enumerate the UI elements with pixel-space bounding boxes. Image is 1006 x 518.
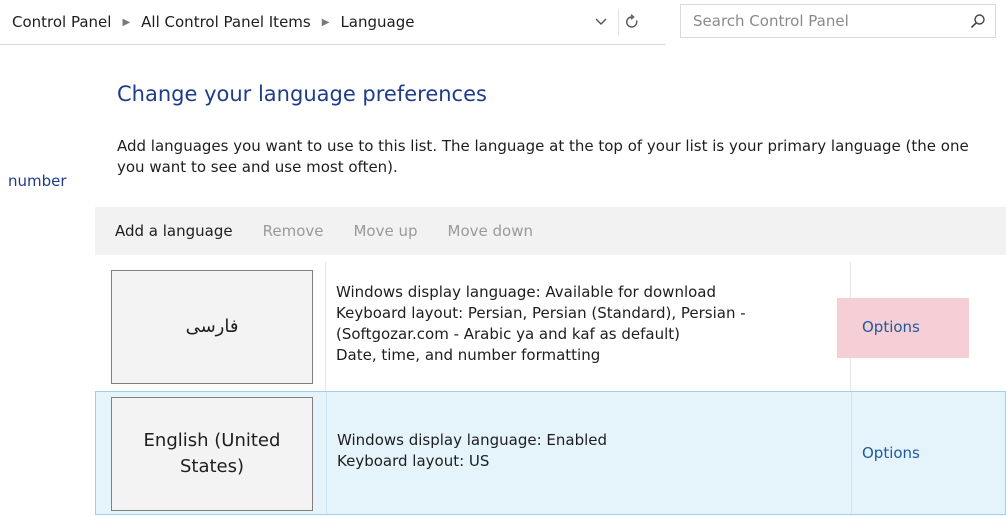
language-name: English (United States) [143,430,281,477]
language-tile[interactable]: English (United States) [111,397,313,511]
keyboard-layout-text-continued: (Softgozar.com - Arabic ya and kaf as de… [336,325,680,343]
language-name: فارسی [185,316,239,337]
address-bar[interactable]: Control Panel ▶ All Control Panel Items … [0,0,666,45]
remove-button[interactable]: Remove [263,222,324,240]
column-divider [326,392,327,514]
chevron-right-icon[interactable]: ▶ [122,17,130,28]
add-language-button[interactable]: Add a language [115,222,233,240]
breadcrumb-item-all-items[interactable]: All Control Panel Items [141,13,311,31]
breadcrumb: Control Panel ▶ All Control Panel Items … [12,0,414,44]
keyboard-layout-text: Keyboard layout: US [337,452,490,470]
move-up-button[interactable]: Move up [353,222,417,240]
chevron-down-icon[interactable] [590,9,612,35]
display-language-status: Windows display language: Enabled [337,431,608,449]
breadcrumb-item-control-panel[interactable]: Control Panel [12,13,111,31]
column-divider [851,392,852,514]
page-title: Change your language preferences [117,82,487,106]
page-description: Add languages you want to use to this li… [117,137,969,176]
move-down-button[interactable]: Move down [448,222,533,240]
language-toolbar: Add a language Remove Move up Move down [95,207,1006,255]
options-link[interactable]: Options [862,318,920,336]
language-row-english[interactable]: English (United States) Windows display … [95,391,1006,515]
refresh-icon[interactable] [618,9,645,35]
search-box [680,4,996,38]
options-link[interactable]: Options [862,444,920,462]
column-divider [325,262,326,391]
search-icon[interactable] [967,10,989,32]
language-details: Windows display language: Available for … [336,282,746,366]
language-details: Windows display language: Enabled Keyboa… [337,430,607,472]
language-control-panel: Control Panel ▶ All Control Panel Items … [0,0,1006,518]
side-link-number[interactable]: number [8,172,67,190]
formatting-text: Date, time, and number formatting [336,346,601,364]
search-input[interactable] [681,5,953,37]
language-tile[interactable]: فارسی [111,270,313,384]
chevron-right-icon[interactable]: ▶ [322,17,330,28]
breadcrumb-item-language[interactable]: Language [340,13,414,31]
display-language-status: Windows display language: Available for … [336,283,717,301]
keyboard-layout-text: Keyboard layout: Persian, Persian (Stand… [336,304,746,322]
language-row-persian[interactable]: فارسی Windows display language: Availabl… [95,262,1006,391]
